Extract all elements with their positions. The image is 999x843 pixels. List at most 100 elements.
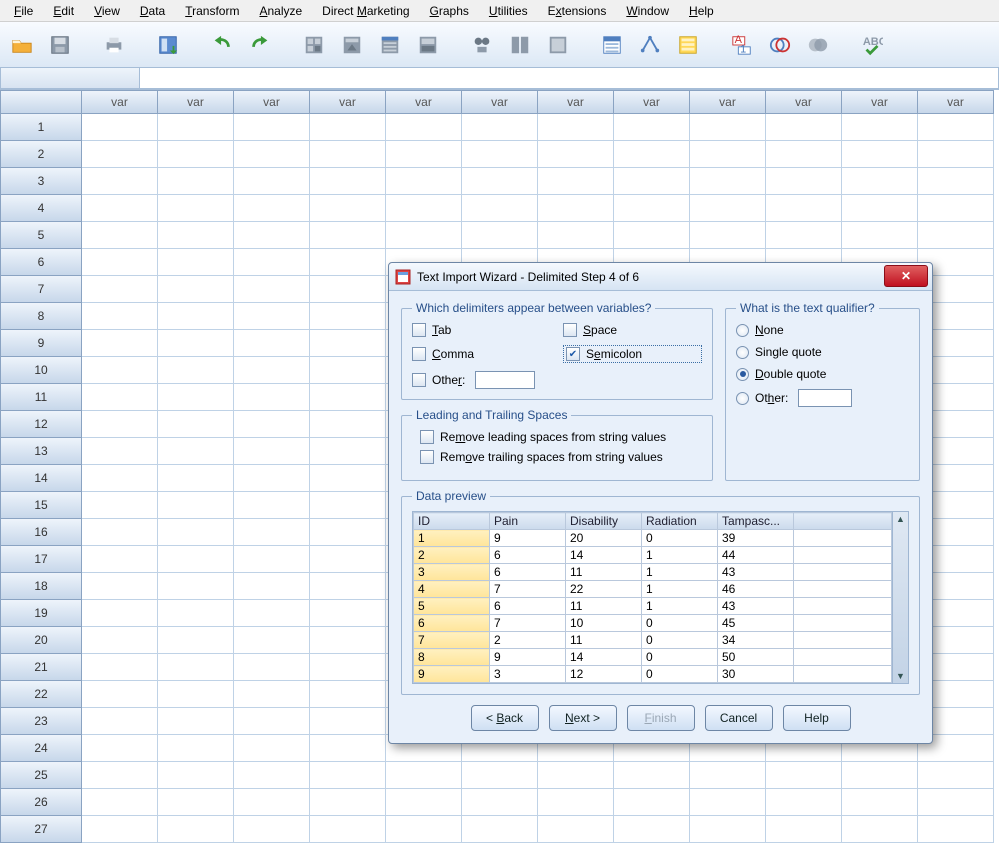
preview-cell[interactable]: 1 bbox=[642, 598, 718, 615]
preview-cell[interactable]: 39 bbox=[718, 530, 794, 547]
cell[interactable] bbox=[234, 168, 310, 195]
cell[interactable] bbox=[462, 168, 538, 195]
cell[interactable] bbox=[310, 384, 386, 411]
cell[interactable] bbox=[82, 249, 158, 276]
preview-cell[interactable]: 12 bbox=[566, 666, 642, 683]
spellcheck-button[interactable]: ABC bbox=[856, 29, 888, 61]
row-header[interactable]: 25 bbox=[0, 762, 82, 789]
preview-col-header[interactable]: Tampasc... bbox=[718, 513, 794, 530]
cell[interactable] bbox=[234, 627, 310, 654]
row-header[interactable]: 21 bbox=[0, 654, 82, 681]
column-header[interactable]: var bbox=[310, 90, 386, 114]
preview-row[interactable]: 2614144 bbox=[414, 547, 892, 564]
cell[interactable] bbox=[234, 303, 310, 330]
cell[interactable] bbox=[386, 141, 462, 168]
goto-variable-button[interactable] bbox=[336, 29, 368, 61]
cell[interactable] bbox=[538, 816, 614, 843]
preview-cell[interactable]: 1 bbox=[414, 530, 490, 547]
cell[interactable] bbox=[690, 222, 766, 249]
cell[interactable] bbox=[82, 195, 158, 222]
row-header[interactable]: 7 bbox=[0, 276, 82, 303]
column-header[interactable]: var bbox=[766, 90, 842, 114]
preview-cell[interactable]: 10 bbox=[566, 615, 642, 632]
find-button[interactable] bbox=[466, 29, 498, 61]
preview-cell[interactable]: 4 bbox=[414, 581, 490, 598]
cell[interactable] bbox=[234, 195, 310, 222]
cell[interactable] bbox=[690, 816, 766, 843]
cell[interactable] bbox=[82, 168, 158, 195]
cell[interactable] bbox=[158, 141, 234, 168]
cell[interactable] bbox=[234, 222, 310, 249]
cell[interactable] bbox=[538, 222, 614, 249]
row-header[interactable]: 20 bbox=[0, 627, 82, 654]
cell[interactable] bbox=[310, 492, 386, 519]
preview-cell[interactable]: 0 bbox=[642, 530, 718, 547]
preview-cell[interactable]: 1 bbox=[642, 547, 718, 564]
cell[interactable] bbox=[310, 600, 386, 627]
cell[interactable] bbox=[842, 168, 918, 195]
radio-other-qualifier[interactable]: Other: bbox=[736, 389, 909, 407]
cell[interactable] bbox=[158, 627, 234, 654]
cell[interactable] bbox=[82, 438, 158, 465]
column-header[interactable]: var bbox=[690, 90, 766, 114]
cell[interactable] bbox=[918, 141, 994, 168]
preview-cell[interactable]: 0 bbox=[642, 632, 718, 649]
cell[interactable] bbox=[386, 114, 462, 141]
preview-row[interactable]: 1920039 bbox=[414, 530, 892, 547]
cell[interactable] bbox=[158, 762, 234, 789]
preview-cell[interactable]: 7 bbox=[414, 632, 490, 649]
goto-case-button[interactable] bbox=[298, 29, 330, 61]
dialog-titlebar[interactable]: Text Import Wizard - Delimited Step 4 of… bbox=[389, 263, 932, 291]
preview-row[interactable]: 7211034 bbox=[414, 632, 892, 649]
cell[interactable] bbox=[766, 816, 842, 843]
cell[interactable] bbox=[158, 465, 234, 492]
cell[interactable] bbox=[234, 492, 310, 519]
cell[interactable] bbox=[234, 330, 310, 357]
cell[interactable] bbox=[462, 141, 538, 168]
cell[interactable] bbox=[158, 654, 234, 681]
row-header[interactable]: 26 bbox=[0, 789, 82, 816]
name-box[interactable] bbox=[0, 68, 140, 89]
row-header[interactable]: 3 bbox=[0, 168, 82, 195]
cell[interactable] bbox=[158, 600, 234, 627]
cell[interactable] bbox=[690, 762, 766, 789]
menu-help[interactable]: Help bbox=[679, 2, 724, 20]
row-header[interactable]: 27 bbox=[0, 816, 82, 843]
preview-cell[interactable]: 0 bbox=[642, 666, 718, 683]
cell[interactable] bbox=[690, 168, 766, 195]
cell[interactable] bbox=[234, 249, 310, 276]
menu-extensions[interactable]: Extensions bbox=[538, 2, 617, 20]
preview-cell[interactable]: 0 bbox=[642, 649, 718, 666]
row-header[interactable]: 18 bbox=[0, 573, 82, 600]
cell[interactable] bbox=[462, 195, 538, 222]
preview-cell[interactable]: 46 bbox=[718, 581, 794, 598]
row-header[interactable]: 24 bbox=[0, 735, 82, 762]
row-header[interactable]: 10 bbox=[0, 357, 82, 384]
cell[interactable] bbox=[690, 789, 766, 816]
split-file-button[interactable] bbox=[504, 29, 536, 61]
cell[interactable] bbox=[82, 276, 158, 303]
preview-col-header[interactable]: Pain bbox=[490, 513, 566, 530]
cell[interactable] bbox=[614, 195, 690, 222]
preview-cell[interactable]: 6 bbox=[490, 564, 566, 581]
cell[interactable] bbox=[614, 168, 690, 195]
cell[interactable] bbox=[82, 789, 158, 816]
cell[interactable] bbox=[538, 168, 614, 195]
cell[interactable] bbox=[310, 141, 386, 168]
row-header[interactable]: 6 bbox=[0, 249, 82, 276]
cell[interactable] bbox=[234, 519, 310, 546]
preview-cell[interactable]: 5 bbox=[414, 598, 490, 615]
cell[interactable] bbox=[310, 276, 386, 303]
scroll-down-icon[interactable]: ▼ bbox=[896, 669, 905, 683]
cell[interactable] bbox=[158, 384, 234, 411]
cell[interactable] bbox=[82, 411, 158, 438]
menu-window[interactable]: Window bbox=[616, 2, 679, 20]
preview-cell[interactable]: 7 bbox=[490, 581, 566, 598]
formula-bar[interactable] bbox=[140, 68, 999, 89]
cell[interactable] bbox=[82, 222, 158, 249]
use-sets-button[interactable] bbox=[672, 29, 704, 61]
cell[interactable] bbox=[234, 438, 310, 465]
cell[interactable] bbox=[82, 330, 158, 357]
cell[interactable] bbox=[234, 465, 310, 492]
cell[interactable] bbox=[158, 438, 234, 465]
